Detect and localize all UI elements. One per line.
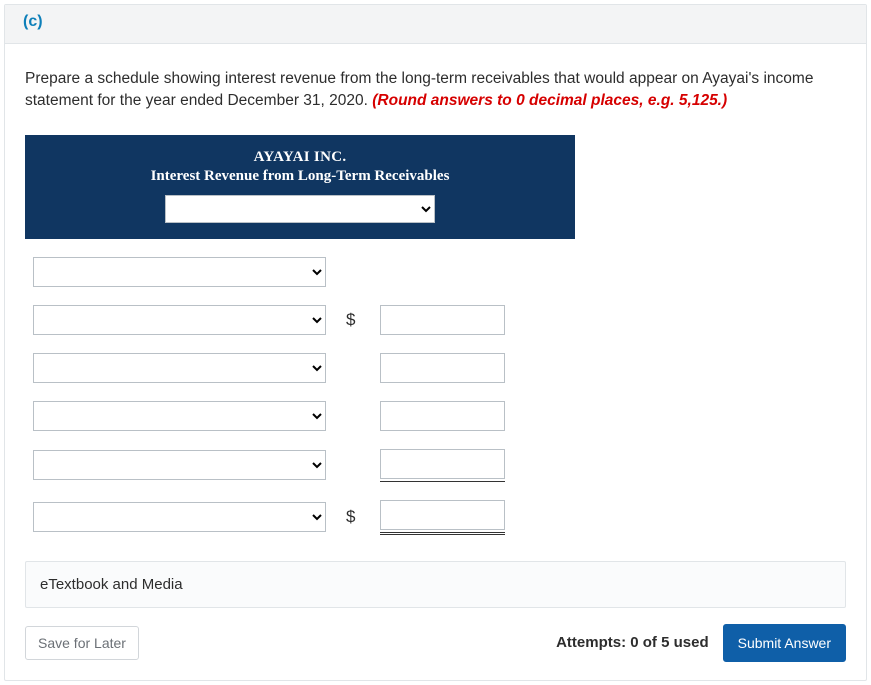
amount-input[interactable] <box>380 353 505 383</box>
amount-input[interactable] <box>380 305 505 335</box>
etextbook-media-link[interactable]: eTextbook and Media <box>25 561 846 608</box>
schedule-row: $ <box>33 500 846 535</box>
schedule-title: Interest Revenue from Long-Term Receivab… <box>25 168 575 185</box>
etextbook-label: eTextbook and Media <box>40 576 183 593</box>
account-select[interactable] <box>33 502 326 532</box>
schedule-row <box>33 353 846 383</box>
question-text: Prepare a schedule showing interest reve… <box>25 68 846 113</box>
dollar-sign: $ <box>346 507 360 527</box>
schedule-rows: $ $ <box>33 257 846 535</box>
question-hint: (Round answers to 0 decimal places, e.g.… <box>372 92 727 109</box>
schedule-header-box: AYAYAI INC. Interest Revenue from Long-T… <box>25 135 575 239</box>
question-header: (c) <box>5 5 866 44</box>
attempts-text: Attempts: 0 of 5 used <box>556 634 709 651</box>
schedule-row: $ <box>33 305 846 335</box>
schedule-row <box>33 257 846 287</box>
save-for-later-button[interactable]: Save for Later <box>25 626 139 660</box>
period-select[interactable] <box>165 195 435 223</box>
total-underline <box>380 500 505 535</box>
amount-input[interactable] <box>380 449 505 479</box>
dollar-sign: $ <box>346 310 360 330</box>
amount-input[interactable] <box>380 401 505 431</box>
company-name: AYAYAI INC. <box>25 149 575 166</box>
account-select[interactable] <box>33 353 326 383</box>
part-label: (c) <box>23 13 43 30</box>
account-select[interactable] <box>33 305 326 335</box>
schedule-row <box>33 449 846 482</box>
question-body: Prepare a schedule showing interest reve… <box>5 44 866 680</box>
schedule-row <box>33 401 846 431</box>
subtotal-underline <box>380 449 505 482</box>
account-select[interactable] <box>33 257 326 287</box>
amount-input[interactable] <box>380 500 505 530</box>
account-select[interactable] <box>33 450 326 480</box>
account-select[interactable] <box>33 401 326 431</box>
question-card: (c) Prepare a schedule showing interest … <box>4 4 867 681</box>
